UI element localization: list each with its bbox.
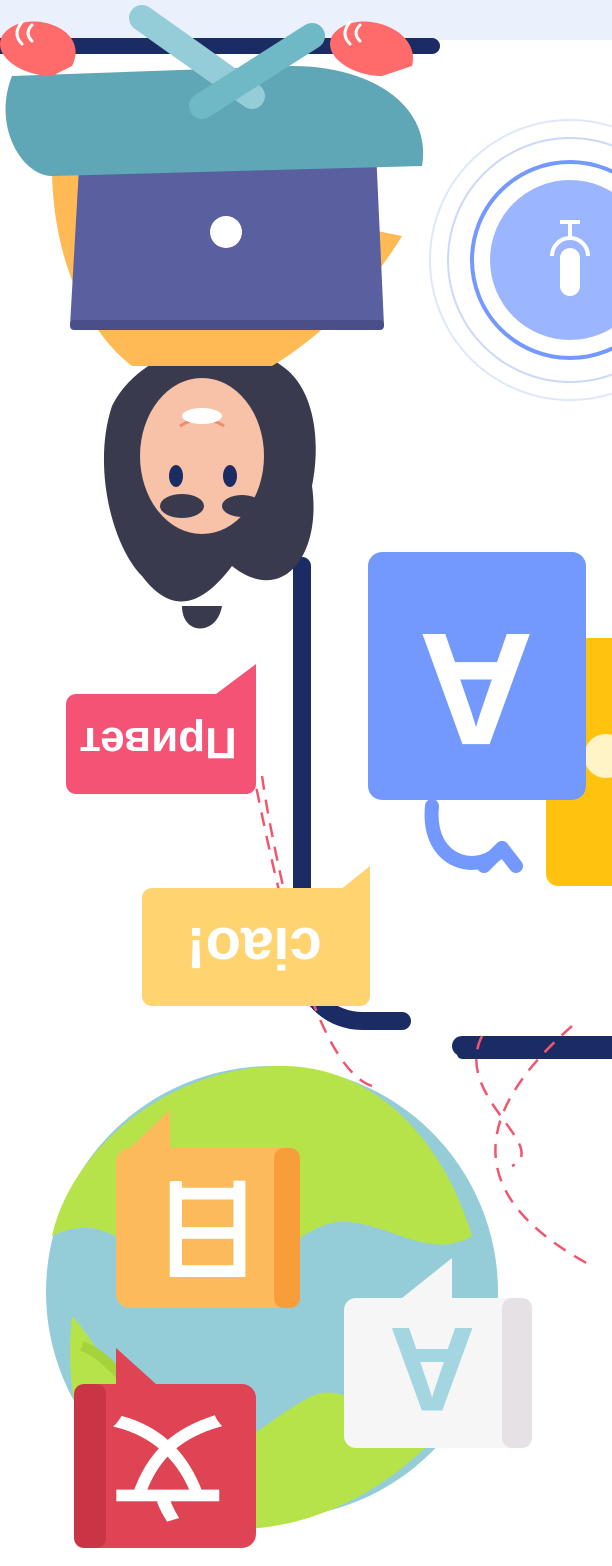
microphone-icon — [429, 119, 612, 401]
chinese-char: 日 — [153, 1166, 263, 1289]
laptop-icon — [70, 150, 384, 330]
illustration-canvas: 文 A 日 A ciao! Привет — [0, 0, 612, 1566]
russian-text: Привет — [79, 718, 236, 767]
italian-bubble: ciao! — [142, 866, 370, 1006]
letter-a: A — [418, 600, 534, 779]
japanese-char: 文 — [113, 1402, 223, 1525]
letter-a-white: A — [389, 1302, 476, 1436]
person-with-laptop — [0, 5, 424, 629]
scene-svg: 文 A 日 A ciao! Привет — [0, 0, 612, 1548]
translate-arrow-icon — [424, 799, 523, 873]
russian-bubble: Привет — [66, 664, 256, 794]
blue-translate-box: A — [368, 552, 586, 800]
rotated-scene: 文 A 日 A ciao! Привет — [0, 0, 612, 1566]
italian-text: ciao! — [186, 915, 321, 980]
